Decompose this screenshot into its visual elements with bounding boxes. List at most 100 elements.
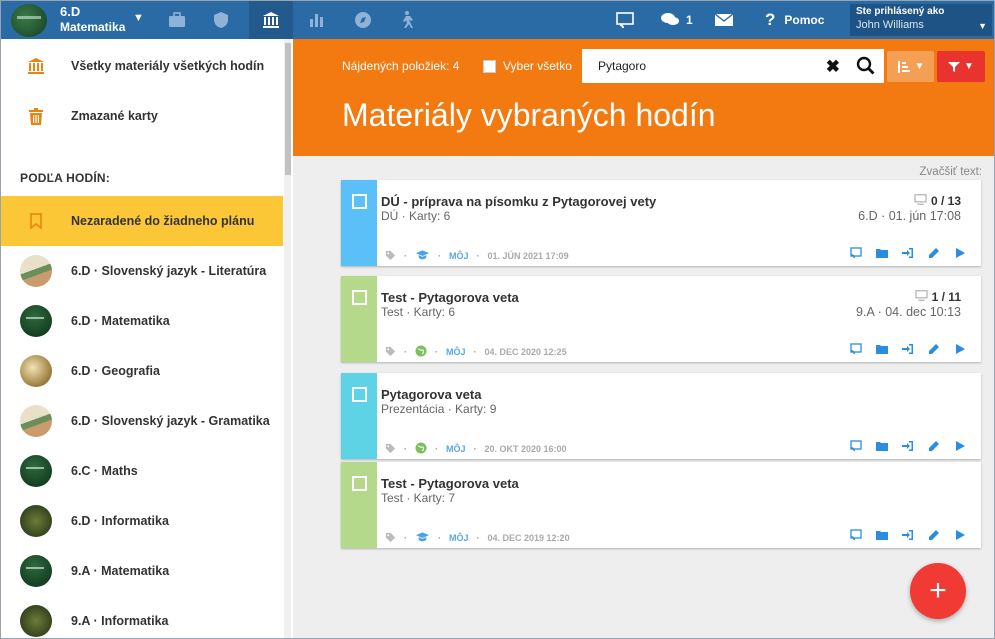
header-banner: Nájdených položiek: 4 Vyber všetko ✖ ▼ ▼ (293, 39, 994, 156)
folder-icon[interactable] (869, 440, 895, 452)
search-input[interactable] (598, 59, 818, 73)
pencil-icon[interactable] (921, 343, 947, 355)
card-owner: MÔJ (446, 444, 466, 454)
class-dropdown-icon[interactable]: ▼ (133, 12, 144, 24)
sidebar-item-label: 6.D · Informatika (71, 514, 169, 528)
filter-button[interactable]: ▼ (937, 51, 985, 82)
tag-icon[interactable] (385, 532, 396, 545)
sign-in-icon[interactable] (895, 529, 921, 541)
play-icon[interactable] (947, 440, 973, 452)
sidebar-item-lesson[interactable]: 6.D · Slovenský jazyk - Gramatika (1, 396, 283, 446)
lesson-thumbnail (20, 305, 52, 337)
scrollbar-thumb[interactable] (285, 43, 291, 175)
cast-icon[interactable] (843, 440, 869, 452)
lesson-thumbnail (20, 405, 52, 437)
card-owner: MÔJ (446, 347, 466, 357)
compass-icon[interactable] (341, 1, 385, 39)
login-label: Ste prihlásený ako (856, 6, 945, 17)
card-owner: MÔJ (449, 533, 469, 543)
zoom-text-link[interactable]: Zvačšiť text: (920, 166, 982, 178)
bar-chart-icon[interactable] (295, 1, 339, 39)
folder-icon[interactable] (869, 247, 895, 259)
briefcase-icon[interactable] (155, 1, 199, 39)
material-card[interactable]: Pytagorova veta Prezentácia · Karty: 9 · · M… (341, 373, 981, 459)
user-menu[interactable]: Ste prihlásený ako John Williams ▼ (850, 4, 992, 36)
card-checkbox[interactable] (352, 194, 367, 209)
folder-icon[interactable] (869, 529, 895, 541)
lesson-thumbnail (20, 505, 52, 537)
sort-button[interactable]: ▼ (887, 51, 934, 82)
user-name: John Williams (856, 19, 924, 31)
material-card[interactable]: Test - Pytagorova veta Test · Karty: 6 1 /… (341, 276, 981, 362)
app-window: 6.D Matematika ▼ 1 ? Pomoc Ste prihlásen… (0, 0, 995, 639)
cast-screen-icon[interactable] (615, 9, 635, 31)
sidebar-item-deleted-cards[interactable]: Zmazané karty (1, 91, 283, 141)
projector-icon (914, 194, 931, 208)
tag-icon[interactable] (385, 443, 396, 456)
sidebar-item-lesson[interactable]: 6.D · Informatika (1, 496, 283, 546)
sidebar-item-lesson[interactable]: 6.D · Slovenský jazyk - Literatúra (1, 246, 283, 296)
filter-icon (948, 61, 961, 72)
globe-icon (415, 442, 427, 456)
sidebar-item-unassigned[interactable]: Nezaradené do žiadneho plánu (1, 196, 283, 246)
library-icon[interactable] (249, 1, 293, 39)
card-actions (843, 343, 973, 355)
class-name[interactable]: 6.D (60, 5, 80, 19)
card-subtitle: Test · Karty: 6 (381, 305, 456, 319)
cast-icon[interactable] (843, 247, 869, 259)
tag-icon[interactable] (385, 346, 396, 359)
card-title[interactable]: Test - Pytagorova veta (381, 290, 519, 305)
card-title[interactable]: Pytagorova veta (381, 387, 481, 402)
card-title[interactable]: Test - Pytagorova veta (381, 476, 519, 491)
play-icon[interactable] (947, 343, 973, 355)
material-card[interactable]: DÚ - príprava na písomku z Pytagorovej v… (341, 180, 981, 266)
sign-in-icon[interactable] (895, 440, 921, 452)
class-subject[interactable]: Matematika (60, 20, 125, 34)
sidebar-item-label: 6.D · Geografia (71, 364, 160, 378)
card-footer: · · MÔJ · 04. DEC 2019 12:20 (385, 531, 570, 545)
sidebar-item-all-materials[interactable]: Všetky materiály všetkých hodín (1, 41, 283, 91)
play-icon[interactable] (947, 529, 973, 541)
pencil-icon[interactable] (921, 440, 947, 452)
sidebar-item-lesson[interactable]: 9.A · Informatika (1, 596, 283, 638)
card-checkbox[interactable] (352, 476, 367, 491)
mail-icon[interactable] (714, 9, 734, 31)
cast-icon[interactable] (843, 343, 869, 355)
sidebar-section-title: PODĽA HODÍN: (20, 171, 110, 185)
add-button[interactable]: + (910, 563, 966, 619)
sidebar-item-lesson[interactable]: 9.A · Matematika (1, 546, 283, 596)
sign-in-icon[interactable] (895, 247, 921, 259)
sidebar-item-lesson[interactable]: 6.D · Geografia (1, 346, 283, 396)
shield-icon[interactable] (199, 1, 243, 39)
card-footer: · · MÔJ · 20. OKT 2020 16:00 (385, 442, 567, 456)
sidebar-item-lesson[interactable]: 6.C · Maths (1, 446, 283, 496)
card-color-strip (341, 373, 377, 459)
folder-icon[interactable] (869, 343, 895, 355)
clear-search-icon[interactable]: ✖ (826, 57, 840, 77)
sidebar: Všetky materiály všetkých hodín Zmazané … (1, 39, 291, 638)
hiking-icon[interactable] (385, 1, 429, 39)
sidebar-scrollbar[interactable] (284, 39, 291, 638)
card-subtitle: Test · Karty: 7 (381, 491, 456, 505)
search-icon[interactable] (856, 56, 876, 81)
material-card[interactable]: Test - Pytagorova veta Test · Karty: 7 · · M… (341, 462, 981, 548)
sign-in-icon[interactable] (895, 343, 921, 355)
tag-icon[interactable] (385, 250, 396, 263)
pencil-icon[interactable] (921, 247, 947, 259)
play-icon[interactable] (947, 247, 973, 259)
cast-icon[interactable] (843, 529, 869, 541)
sidebar-item-label: Nezaradené do žiadneho plánu (71, 214, 255, 228)
help-button[interactable]: ? Pomoc (765, 9, 824, 31)
card-title[interactable]: DÚ - príprava na písomku z Pytagorovej v… (381, 194, 656, 209)
card-date: 04. DEC 2019 12:20 (487, 533, 570, 543)
card-checkbox[interactable] (352, 387, 367, 402)
select-all-checkbox[interactable] (483, 59, 496, 73)
class-avatar[interactable] (11, 4, 47, 37)
pencil-icon[interactable] (921, 529, 947, 541)
bookmark-icon (1, 213, 71, 229)
sidebar-item-label: 6.D · Slovenský jazyk - Literatúra (71, 264, 267, 278)
sidebar-item-lesson[interactable]: 6.D · Matematika (1, 296, 283, 346)
chat-notifications[interactable]: 1 (660, 9, 693, 31)
select-all[interactable]: Vyber všetko (483, 59, 572, 73)
card-checkbox[interactable] (352, 290, 367, 305)
